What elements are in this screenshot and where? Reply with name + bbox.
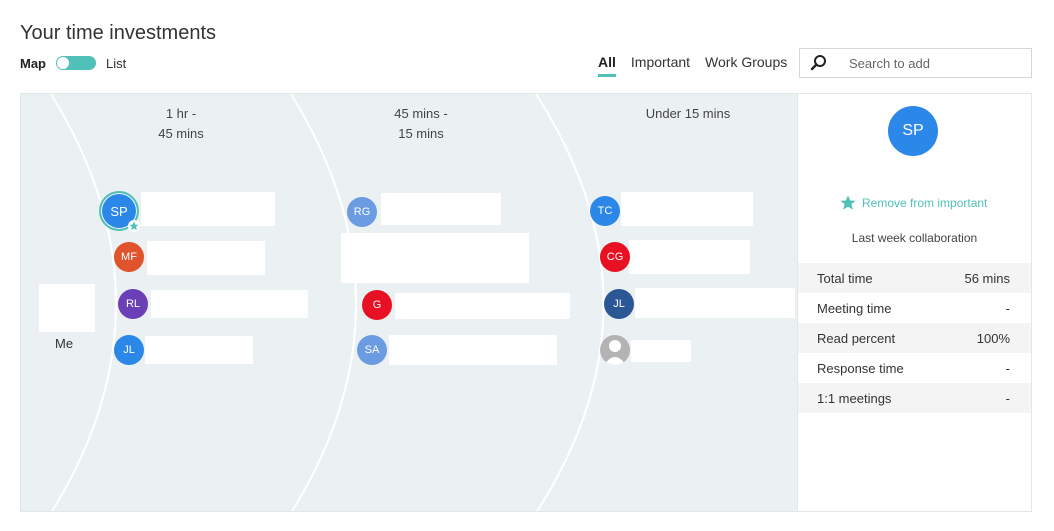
stat-value: - — [1005, 300, 1010, 316]
stat-row-meeting-time: Meeting time - — [798, 293, 1031, 323]
stat-value: 100% — [976, 330, 1010, 346]
view-toggle-row: Map List — [20, 54, 126, 72]
avatar-initials: CG — [606, 251, 624, 263]
column-header-1hr: 1 hr - 45 mins — [131, 104, 231, 144]
tab-work-groups[interactable]: Work Groups — [705, 54, 787, 77]
stat-row-total-time: Total time 56 mins — [798, 263, 1031, 293]
list-toggle-label[interactable]: List — [106, 56, 126, 71]
time-investment-map: 1 hr - 45 mins 45 mins - 15 mins Under 1… — [20, 93, 798, 512]
stat-label: Read percent — [817, 330, 896, 346]
avatar-initials: RL — [125, 298, 141, 310]
column-header-under15: Under 15 mins — [618, 104, 758, 124]
filter-tabs: All Important Work Groups — [598, 54, 802, 77]
tab-important[interactable]: Important — [631, 54, 690, 77]
remove-from-important-button[interactable]: Remove from important — [840, 195, 987, 211]
person-name-box — [145, 336, 253, 364]
person-avatar-rg[interactable]: RG — [347, 197, 377, 227]
person-placeholder-icon — [604, 340, 626, 365]
column-header-45mins: 45 mins - 15 mins — [371, 104, 471, 144]
person-avatar-sp[interactable]: SP — [99, 191, 140, 232]
avatar-initials: SP — [902, 122, 924, 139]
person-name-box — [381, 193, 501, 225]
person-name-box — [147, 241, 265, 275]
avatar-initials: MF — [121, 251, 137, 263]
page-title: Your time investments — [20, 22, 217, 44]
stat-label: Total time — [817, 270, 873, 286]
star-icon — [840, 195, 856, 210]
collaboration-period-label: Last week collaboration — [851, 231, 978, 245]
avatar-initials: TC — [597, 205, 613, 217]
stat-row-response-time: Response time - — [798, 353, 1031, 383]
map-list-toggle[interactable] — [56, 56, 96, 70]
person-avatar-jl-2[interactable]: JL — [604, 289, 634, 319]
person-avatar-unknown[interactable] — [600, 335, 630, 365]
person-name-box — [635, 288, 795, 318]
stat-row-read-percent: Read percent 100% — [798, 323, 1031, 353]
map-toggle-label[interactable]: Map — [20, 56, 46, 71]
selected-person-avatar: SP — [888, 106, 938, 156]
person-avatar-g[interactable]: G — [362, 290, 392, 320]
person-name-box — [141, 192, 275, 226]
stat-row-one-on-one-meetings: 1:1 meetings - — [798, 383, 1031, 413]
column-header-line: 15 mins — [398, 126, 444, 141]
person-name-box — [151, 290, 308, 318]
person-avatar-jl[interactable]: JL — [114, 335, 144, 365]
avatar-initials: RG — [353, 206, 371, 218]
search-icon — [810, 55, 826, 71]
search-box[interactable] — [799, 48, 1032, 78]
column-header-line: Under 15 mins — [645, 106, 731, 121]
me-node — [39, 284, 95, 332]
toggle-knob — [57, 57, 69, 69]
column-header-line: 1 hr - — [165, 106, 197, 121]
person-avatar-sa[interactable]: SA — [357, 335, 387, 365]
stat-label: Response time — [817, 360, 904, 376]
me-label: Me — [55, 336, 74, 351]
avatar-initials: SP — [110, 203, 128, 219]
stat-label: Meeting time — [817, 300, 892, 316]
avatar-initials: SA — [364, 344, 380, 356]
person-name-box — [629, 240, 750, 274]
collaboration-stats: Total time 56 mins Meeting time - Read p… — [798, 263, 1031, 413]
stat-value: - — [1005, 360, 1010, 376]
remove-from-important-label: Remove from important — [862, 196, 988, 210]
star-icon — [128, 220, 140, 232]
person-avatar-tc[interactable]: TC — [590, 196, 620, 226]
person-name-box — [389, 335, 557, 365]
person-avatar-mf[interactable]: MF — [114, 242, 144, 272]
column-header-line: 45 mins - — [394, 106, 448, 121]
avatar-initials: JL — [613, 298, 625, 310]
person-name-box — [631, 340, 691, 362]
tab-all[interactable]: All — [598, 54, 616, 77]
search-input[interactable] — [849, 55, 1029, 71]
column-header-line: 45 mins — [158, 126, 204, 141]
person-name-box — [395, 293, 570, 319]
person-details-panel: SP Remove from important Last week colla… — [798, 93, 1032, 512]
stat-label: 1:1 meetings — [817, 390, 892, 406]
stat-value: 56 mins — [964, 270, 1010, 286]
avatar-initials: G — [372, 299, 382, 311]
person-name-box — [341, 233, 529, 283]
person-name-box — [621, 192, 753, 226]
person-avatar-rl[interactable]: RL — [118, 289, 148, 319]
person-avatar-cg[interactable]: CG — [600, 242, 630, 272]
avatar-initials: JL — [123, 344, 135, 356]
stat-value: - — [1005, 390, 1010, 406]
